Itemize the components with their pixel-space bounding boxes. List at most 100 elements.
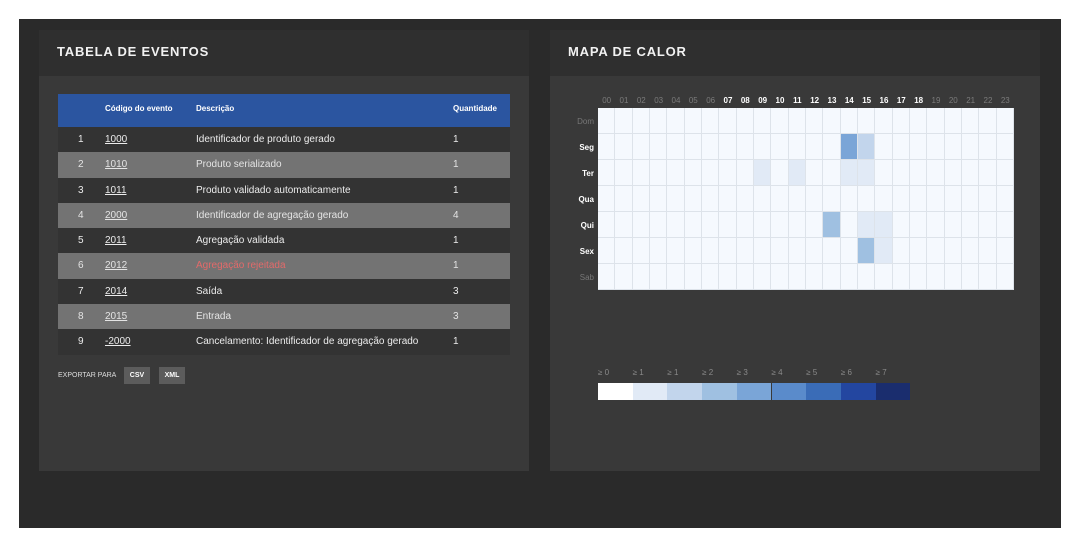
heatmap-cell[interactable] [823,238,841,264]
heatmap-cell[interactable] [598,108,616,134]
heatmap-cell[interactable] [996,108,1014,134]
heatmap-cell[interactable] [736,108,754,134]
heatmap-cell[interactable] [771,264,789,290]
heatmap-cell[interactable] [615,160,633,186]
event-code-link[interactable]: 1010 [105,159,127,170]
heatmap-cell[interactable] [788,212,806,238]
heatmap-cell[interactable] [771,238,789,264]
heatmap-cell[interactable] [806,238,824,264]
heatmap-cell[interactable] [927,134,945,160]
heatmap-cell[interactable] [650,160,668,186]
heatmap-cell[interactable] [979,108,997,134]
heatmap-cell[interactable] [823,186,841,212]
heatmap-cell[interactable] [754,160,772,186]
heatmap-cell[interactable] [719,108,737,134]
heatmap-cell[interactable] [684,212,702,238]
heatmap-cell[interactable] [719,186,737,212]
heatmap-cell[interactable] [667,160,685,186]
heatmap-cell[interactable] [667,264,685,290]
heatmap-cell[interactable] [684,108,702,134]
heatmap-cell[interactable] [944,134,962,160]
heatmap-cell[interactable] [910,186,928,212]
heatmap-cell[interactable] [615,186,633,212]
heatmap-cell[interactable] [702,238,720,264]
heatmap-cell[interactable] [892,160,910,186]
heatmap-cell[interactable] [719,212,737,238]
heatmap-cell[interactable] [996,160,1014,186]
heatmap-cell[interactable] [962,186,980,212]
heatmap-cell[interactable] [788,160,806,186]
heatmap-cell[interactable] [650,238,668,264]
heatmap-cell[interactable] [806,264,824,290]
heatmap-cell[interactable] [736,134,754,160]
heatmap-cell[interactable] [615,264,633,290]
heatmap-cell[interactable] [892,264,910,290]
event-code-link[interactable]: 2015 [105,311,127,322]
heatmap-cell[interactable] [771,212,789,238]
heatmap-cell[interactable] [736,186,754,212]
heatmap-cell[interactable] [598,212,616,238]
heatmap-cell[interactable] [667,134,685,160]
heatmap-cell[interactable] [771,108,789,134]
heatmap-cell[interactable] [684,160,702,186]
heatmap-cell[interactable] [632,264,650,290]
heatmap-cell[interactable] [736,212,754,238]
heatmap-cell[interactable] [996,212,1014,238]
heatmap-cell[interactable] [910,134,928,160]
event-code-link[interactable]: 2000 [105,210,127,221]
heatmap-cell[interactable] [719,160,737,186]
heatmap-cell[interactable] [840,212,858,238]
heatmap-cell[interactable] [840,108,858,134]
heatmap-cell[interactable] [962,108,980,134]
heatmap-cell[interactable] [910,160,928,186]
heatmap-cell[interactable] [858,186,876,212]
heatmap-cell[interactable] [615,134,633,160]
table-row[interactable]: 7 2014 Saída 3 [58,278,510,305]
heatmap-cell[interactable] [667,238,685,264]
heatmap-cell[interactable] [944,160,962,186]
heatmap-cell[interactable] [875,134,893,160]
heatmap-cell[interactable] [806,134,824,160]
heatmap-cell[interactable] [979,160,997,186]
heatmap-cell[interactable] [754,134,772,160]
heatmap-cell[interactable] [719,264,737,290]
event-code-link[interactable]: 1011 [105,185,127,196]
heatmap-cell[interactable] [979,186,997,212]
heatmap-cell[interactable] [650,212,668,238]
heatmap-cell[interactable] [754,108,772,134]
heatmap-cell[interactable] [875,186,893,212]
heatmap-cell[interactable] [754,212,772,238]
heatmap-cell[interactable] [771,134,789,160]
heatmap-cell[interactable] [875,264,893,290]
heatmap-cell[interactable] [927,238,945,264]
heatmap-cell[interactable] [632,108,650,134]
heatmap-cell[interactable] [650,134,668,160]
heatmap-cell[interactable] [979,134,997,160]
heatmap-cell[interactable] [632,186,650,212]
heatmap-cell[interactable] [840,238,858,264]
heatmap-cell[interactable] [736,264,754,290]
heatmap-cell[interactable] [892,238,910,264]
heatmap-cell[interactable] [927,160,945,186]
event-code-link[interactable]: 2012 [105,260,127,271]
heatmap-cell[interactable] [996,264,1014,290]
heatmap-cell[interactable] [858,264,876,290]
column-header-quantity[interactable]: Quantidade [453,104,497,113]
heatmap-cell[interactable] [875,238,893,264]
heatmap-cell[interactable] [684,186,702,212]
heatmap-cell[interactable] [858,238,876,264]
heatmap-cell[interactable] [598,238,616,264]
heatmap-cell[interactable] [771,160,789,186]
heatmap-cell[interactable] [615,238,633,264]
table-row[interactable]: 8 2015 Entrada 3 [58,304,510,330]
heatmap-cell[interactable] [823,108,841,134]
heatmap-cell[interactable] [736,160,754,186]
heatmap-cell[interactable] [754,238,772,264]
heatmap-cell[interactable] [910,264,928,290]
heatmap-cell[interactable] [962,134,980,160]
heatmap-cell[interactable] [719,238,737,264]
heatmap-cell[interactable] [754,186,772,212]
export-xml-button[interactable]: XML [159,367,185,384]
heatmap-cell[interactable] [771,186,789,212]
heatmap-cell[interactable] [632,134,650,160]
